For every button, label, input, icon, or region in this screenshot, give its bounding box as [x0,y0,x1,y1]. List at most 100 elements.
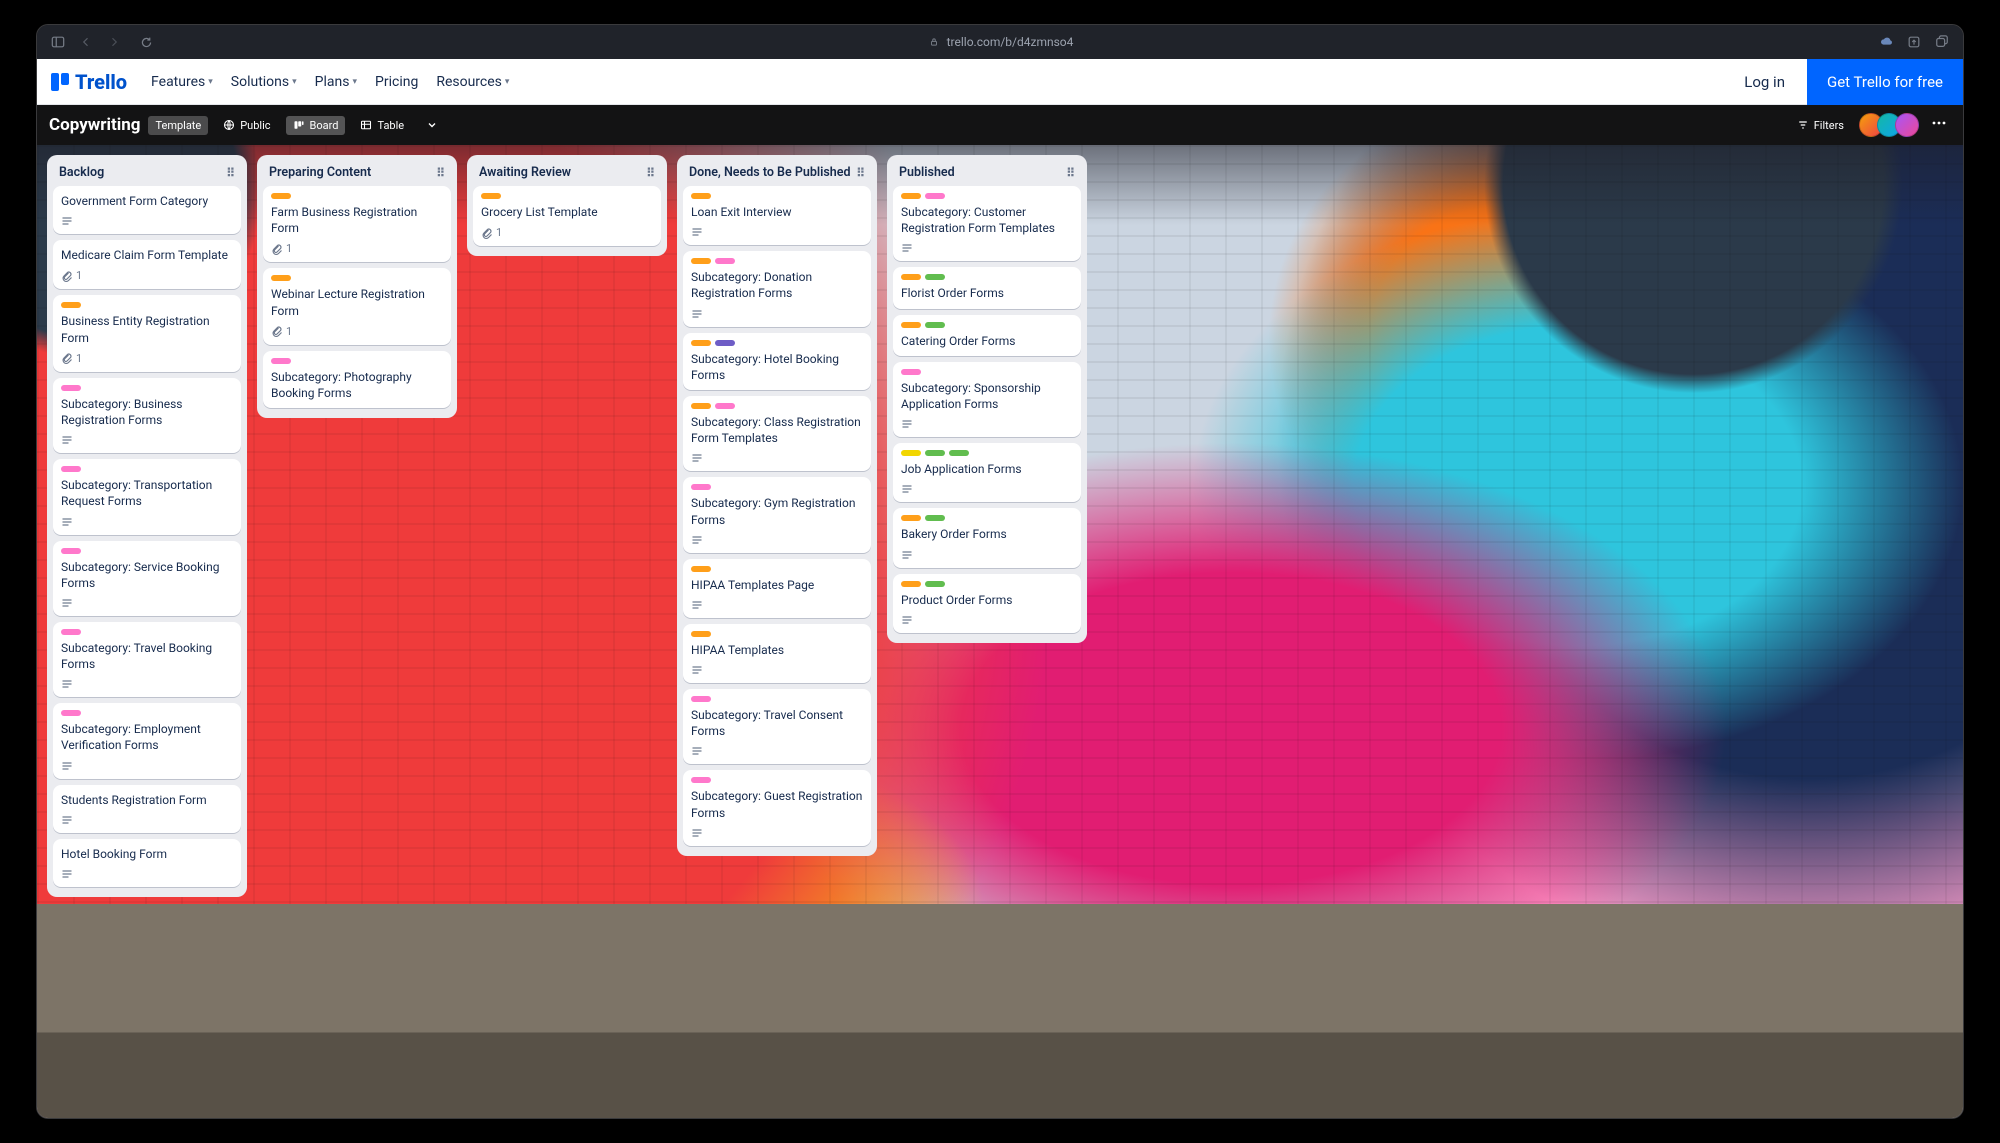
menu-item-solutions[interactable]: Solutions▾ [231,74,297,90]
label-orange[interactable] [691,340,711,346]
card[interactable]: Subcategory: Class Registration Form Tem… [683,396,871,471]
label-pink[interactable] [271,358,291,364]
list-drag-handle-icon[interactable]: ⠿ [856,166,865,180]
label-pink[interactable] [61,629,81,635]
card[interactable]: Catering Order Forms [893,315,1081,356]
label-pink[interactable] [61,466,81,472]
label-green[interactable] [949,450,969,456]
card[interactable]: Business Entity Registration Form1 [53,295,241,371]
card[interactable]: Farm Business Registration Form1 [263,186,451,262]
label-orange[interactable] [271,193,291,199]
label-orange[interactable] [271,275,291,281]
label-green[interactable] [925,322,945,328]
view-switcher-chevron[interactable] [419,116,445,134]
visibility-chip[interactable]: Public [216,116,277,135]
list-drag-handle-icon[interactable]: ⠿ [436,166,445,180]
label-orange[interactable] [901,322,921,328]
label-orange[interactable] [901,274,921,280]
label-pink[interactable] [901,369,921,375]
member-avatars[interactable] [1859,113,1919,137]
card[interactable]: Hotel Booking Form [53,839,241,887]
board-title[interactable]: Copywriting [49,115,140,135]
label-orange[interactable] [691,258,711,264]
label-orange[interactable] [481,193,501,199]
card[interactable]: Product Order Forms [893,574,1081,633]
card[interactable]: Subcategory: Transportation Request Form… [53,459,241,534]
label-orange[interactable] [901,581,921,587]
label-pink[interactable] [925,193,945,199]
card[interactable]: Subcategory: Service Booking Forms [53,541,241,616]
card[interactable]: Job Application Forms [893,443,1081,502]
card[interactable]: Subcategory: Hotel Booking Forms [683,333,871,390]
card[interactable]: Subcategory: Guest Registration Forms [683,770,871,845]
menu-item-resources[interactable]: Resources▾ [436,74,509,90]
label-green[interactable] [925,581,945,587]
trello-logo[interactable]: Trello [51,70,127,94]
tabs-icon[interactable] [1935,35,1949,49]
card[interactable]: Grocery List Template1 [473,186,661,246]
list-header[interactable]: Done, Needs to Be Published⠿ [683,161,871,186]
reload-icon[interactable] [139,35,153,49]
list-header[interactable]: Published⠿ [893,161,1081,186]
menu-item-pricing[interactable]: Pricing [375,74,418,90]
label-orange[interactable] [691,403,711,409]
list-header[interactable]: Preparing Content⠿ [263,161,451,186]
label-orange[interactable] [901,193,921,199]
card[interactable]: Subcategory: Travel Consent Forms [683,689,871,764]
list-header[interactable]: Awaiting Review⠿ [473,161,661,186]
label-pink[interactable] [691,484,711,490]
url-display[interactable]: trello.com/b/d4zmnso4 [947,35,1074,49]
card[interactable]: Bakery Order Forms [893,508,1081,567]
sidebar-toggle-icon[interactable] [51,35,65,49]
card[interactable]: Subcategory: Customer Registration Form … [893,186,1081,261]
card[interactable]: Subcategory: Sponsorship Application For… [893,362,1081,437]
get-trello-button[interactable]: Get Trello for free [1807,59,1963,105]
label-green[interactable] [925,274,945,280]
filters-button[interactable]: Filters [1790,116,1851,135]
label-orange[interactable] [691,566,711,572]
card[interactable]: Subcategory: Photography Booking Forms [263,351,451,408]
card[interactable]: Subcategory: Business Registration Forms [53,378,241,453]
table-view-chip[interactable]: Table [353,116,411,135]
menu-item-plans[interactable]: Plans▾ [315,74,357,90]
card[interactable]: HIPAA Templates [683,624,871,683]
card[interactable]: Subcategory: Travel Booking Forms [53,622,241,697]
label-orange[interactable] [691,193,711,199]
board-menu-button[interactable] [1927,111,1951,139]
list-drag-handle-icon[interactable]: ⠿ [226,166,235,180]
label-pink[interactable] [61,710,81,716]
cloud-icon[interactable] [1879,35,1893,49]
board-view-chip[interactable]: Board [286,116,346,135]
label-purple[interactable] [715,340,735,346]
label-green[interactable] [925,450,945,456]
list-drag-handle-icon[interactable]: ⠿ [646,166,655,180]
card[interactable]: Loan Exit Interview [683,186,871,245]
card[interactable]: Subcategory: Gym Registration Forms [683,477,871,552]
card[interactable]: HIPAA Templates Page [683,559,871,618]
label-pink[interactable] [715,403,735,409]
card[interactable]: Florist Order Forms [893,267,1081,308]
label-pink[interactable] [61,385,81,391]
label-pink[interactable] [715,258,735,264]
nav-back-icon[interactable] [79,35,93,49]
menu-item-features[interactable]: Features▾ [151,74,213,90]
card[interactable]: Students Registration Form [53,785,241,833]
avatar[interactable] [1895,113,1919,137]
card[interactable]: Subcategory: Donation Registration Forms [683,251,871,326]
list-header[interactable]: Backlog⠿ [53,161,241,186]
card[interactable]: Subcategory: Employment Verification For… [53,703,241,778]
label-green[interactable] [925,515,945,521]
share-icon[interactable] [1907,35,1921,49]
login-button[interactable]: Log in [1730,65,1799,99]
label-orange[interactable] [691,631,711,637]
nav-forward-icon[interactable] [107,35,121,49]
list-drag-handle-icon[interactable]: ⠿ [1066,166,1075,180]
label-pink[interactable] [691,696,711,702]
card[interactable]: Webinar Lecture Registration Form1 [263,268,451,344]
label-yellow[interactable] [901,450,921,456]
label-orange[interactable] [61,302,81,308]
label-pink[interactable] [691,777,711,783]
card[interactable]: Government Form Category [53,186,241,234]
label-orange[interactable] [901,515,921,521]
card[interactable]: Medicare Claim Form Template1 [53,240,241,289]
